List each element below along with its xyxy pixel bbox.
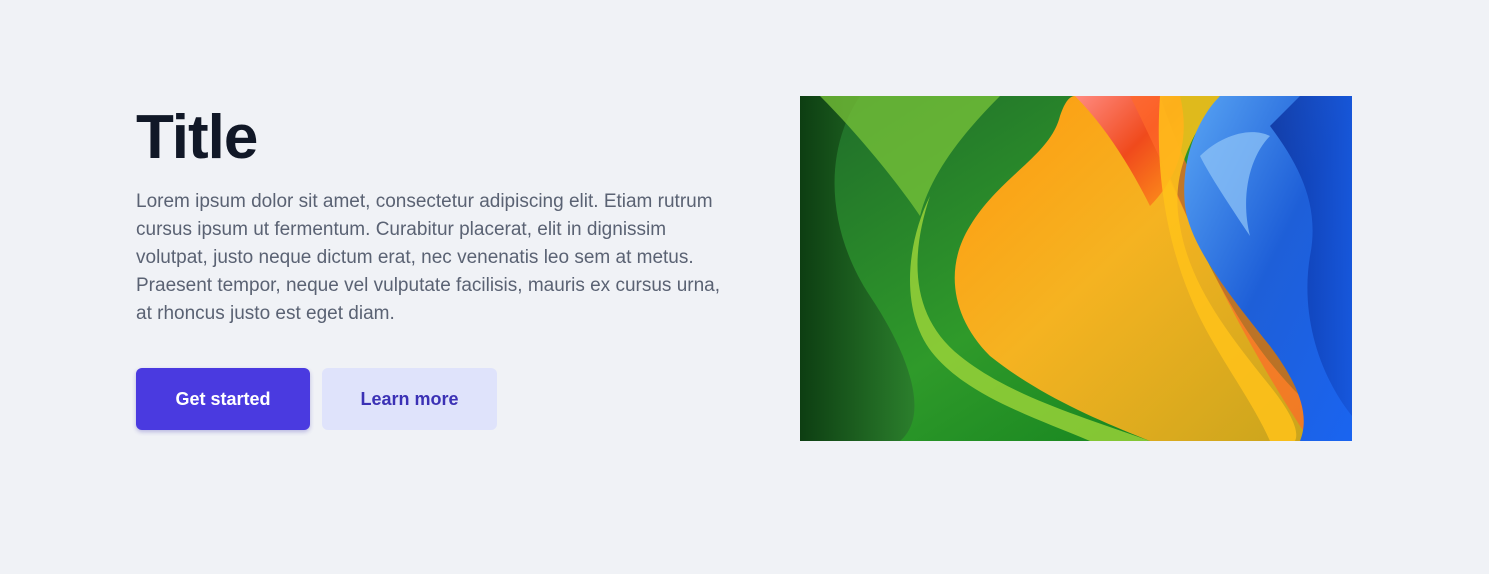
learn-more-button[interactable]: Learn more: [322, 368, 497, 430]
hero-actions: Get started Learn more: [136, 368, 497, 430]
hero-description: Lorem ipsum dolor sit amet, consectetur …: [136, 191, 721, 324]
page-title: Title: [136, 103, 258, 172]
get-started-button[interactable]: Get started: [136, 368, 310, 430]
hero-text-section: Title Lorem ipsum dolor sit amet, consec…: [136, 100, 736, 328]
hero-image: [800, 96, 1352, 441]
